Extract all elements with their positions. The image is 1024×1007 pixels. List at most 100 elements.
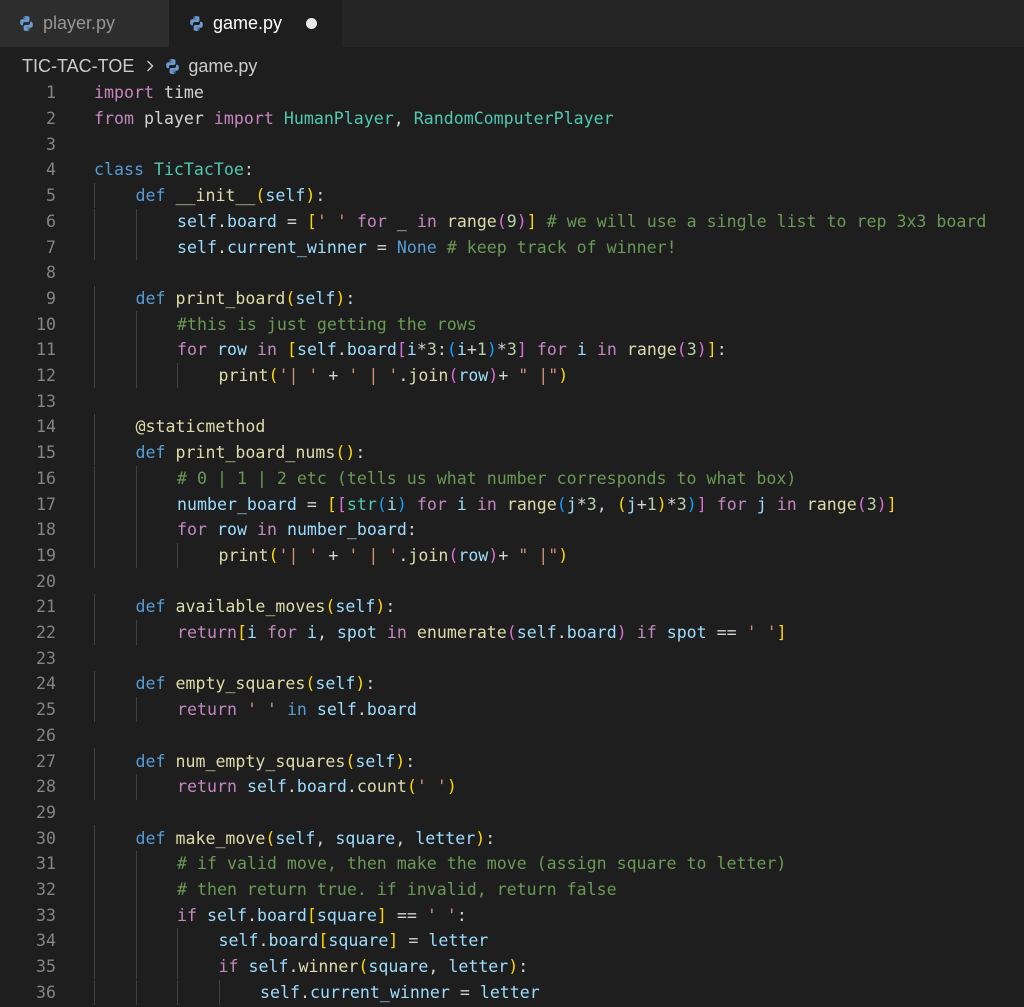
code-line[interactable]: 17 number_board = [[str(i) for i in range… (0, 491, 1024, 517)
code-line[interactable]: 19 print('| ' + ' | '.join(row)+ " |") (0, 542, 1024, 569)
code-line[interactable]: 16 # 0 | 1 | 2 etc (tells us what number … (0, 465, 1024, 492)
indent-guide (94, 825, 95, 851)
code-token: if (636, 623, 657, 643)
code-token: . (216, 237, 227, 257)
code-line[interactable]: 29 (0, 800, 1024, 826)
line-number: 31 (36, 854, 56, 874)
code-line[interactable]: 4 class TicTacToe: (0, 157, 1024, 183)
code-line[interactable]: 34 self.board[square] = letter (0, 928, 1024, 954)
code-line[interactable]: 7 self.current_winner = None # keep track… (0, 234, 1024, 260)
breadcrumb-folder[interactable]: TIC-TAC-TOE (22, 56, 134, 77)
code-line[interactable]: 5 def __init__(self): (0, 182, 1024, 209)
code-line[interactable]: 22 return[i for i, spot in enumerate(self… (0, 619, 1024, 646)
code-line[interactable]: 32 # then return true. if invalid, return… (0, 876, 1024, 903)
code-line[interactable]: 2 from player import HumanPlayer, RandomC… (0, 106, 1024, 132)
code-line[interactable]: 27 def num_empty_squares(self): (0, 748, 1024, 774)
code-text: def empty_squares(self): (136, 674, 376, 693)
code-token: self (315, 674, 356, 694)
code-token: ) (395, 751, 406, 771)
code-line[interactable]: 23 (0, 645, 1024, 671)
code-line[interactable]: 20 (0, 568, 1024, 594)
code-token: in (476, 494, 497, 514)
line-number: 10 (36, 314, 56, 334)
indent-guide (135, 465, 137, 492)
code-line[interactable]: 3 (0, 131, 1024, 157)
code-line[interactable]: 9 def print_board(self): (0, 285, 1024, 312)
code-editor[interactable]: 1 import time 2 from player import HumanPla… (0, 80, 1024, 1007)
code-token: [ (336, 494, 347, 514)
code-line[interactable]: 1 import time (0, 80, 1024, 106)
indent-guide (135, 362, 137, 389)
code-line[interactable]: 6 self.board = [' ' for _ in range(9)] # … (0, 208, 1024, 235)
breadcrumb-file[interactable]: game.py (188, 56, 257, 77)
code-line[interactable]: 28 return self.board.count(' ') (0, 773, 1024, 800)
code-line[interactable]: 31 # if valid move, then make the move (a… (0, 851, 1024, 877)
code-token: board (296, 777, 347, 797)
code-token: board (366, 700, 417, 720)
code-token: self (246, 777, 287, 797)
code-token: . (246, 905, 257, 925)
code-token: ( (285, 288, 296, 308)
code-token: return (177, 777, 237, 797)
code-token: * (576, 494, 587, 514)
line-number: 33 (36, 905, 56, 925)
unsaved-dot-icon[interactable] (306, 18, 318, 29)
code-token: : (436, 340, 447, 360)
code-token: . (336, 340, 347, 360)
code-token: == (386, 905, 427, 925)
code-token: ( (255, 186, 266, 206)
code-token: in (286, 700, 307, 720)
code-token: import (213, 109, 274, 129)
indent-guide (135, 208, 137, 235)
code-text: return self.board.count(' ') (177, 777, 457, 796)
code-token: ( (856, 494, 867, 514)
code-token: self (177, 237, 217, 257)
code-text: def print_board_nums(): (136, 443, 366, 462)
code-token: " |" (518, 545, 559, 565)
code-text: # then return true. if invalid, return f… (177, 880, 617, 899)
code-token: ( (406, 777, 417, 797)
code-token: print (218, 366, 269, 386)
code-token: board (268, 931, 319, 951)
code-line[interactable]: 21 def available_moves(self): (0, 594, 1024, 620)
code-line[interactable]: 24 def empty_squares(self): (0, 671, 1024, 697)
code-token: ) (686, 494, 697, 514)
code-line[interactable]: 36 self.current_winner = letter (0, 979, 1024, 1006)
code-token: for (177, 340, 207, 360)
code-token: 9 (506, 211, 517, 231)
code-token: + (498, 366, 519, 386)
code-token: = (366, 237, 397, 257)
code-line[interactable]: 35 if self.winner(square, letter): (0, 953, 1024, 980)
code-token: ( (448, 366, 459, 386)
code-line[interactable]: 26 (0, 723, 1024, 749)
code-line[interactable]: 11 for row in [self.board[i*3:(i+1)*3] fo… (0, 337, 1024, 363)
indent-guide (135, 516, 137, 543)
code-token: ) (516, 211, 527, 231)
code-line[interactable]: 33 if self.board[square] == ' ': (0, 902, 1024, 929)
code-token: ] (526, 211, 537, 231)
code-line[interactable]: 18 for row in number_board: (0, 516, 1024, 543)
code-token: spot (336, 623, 377, 643)
code-text: return ' ' in self.board (177, 700, 417, 719)
code-token: . (258, 931, 269, 951)
code-token: row (458, 366, 489, 386)
code-line[interactable]: 13 (0, 388, 1024, 414)
code-token: = (276, 211, 307, 231)
code-line[interactable]: 8 (0, 260, 1024, 286)
code-line[interactable]: 14 @staticmethod (0, 414, 1024, 440)
code-line[interactable]: 10 #this is just getting the rows (0, 311, 1024, 337)
code-token: = (449, 982, 480, 1002)
code-line[interactable]: 30 def make_move(self, square, letter): (0, 825, 1024, 851)
line-number: 17 (36, 494, 56, 514)
tab-player-py[interactable]: player.py (0, 0, 170, 47)
code-line[interactable]: 25 return ' ' in self.board (0, 696, 1024, 723)
tab-game-py[interactable]: game.py (170, 0, 342, 47)
code-token: ( (496, 211, 507, 231)
code-line[interactable]: 15 def print_board_nums(): (0, 439, 1024, 466)
code-token: letter (479, 982, 540, 1002)
code-token: ' | ' (348, 545, 399, 565)
code-line[interactable]: 12 print('| ' + ' | '.join(row)+ " |") (0, 362, 1024, 389)
chevron-right-icon (147, 60, 154, 72)
